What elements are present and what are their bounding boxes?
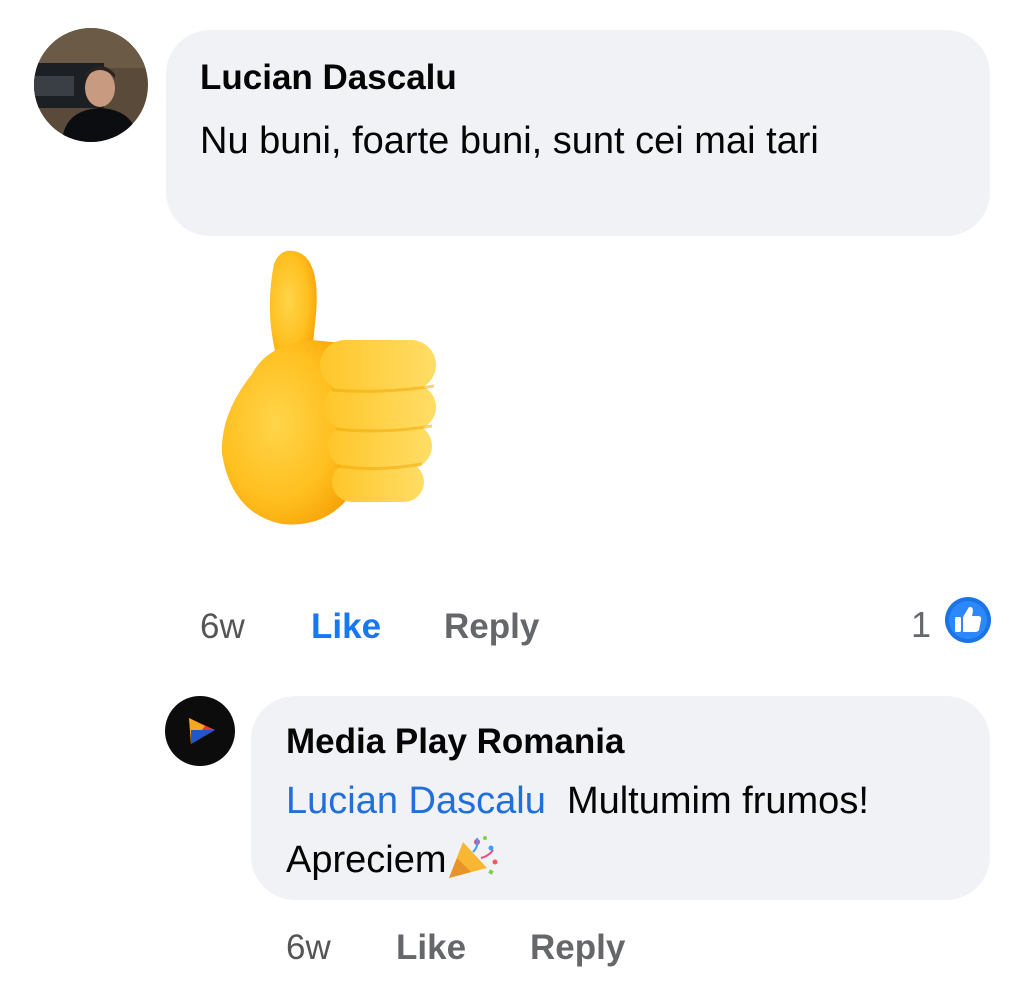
reply-author[interactable]: Media Play Romania [286,722,624,762]
like-reaction-icon[interactable] [944,596,992,644]
reaction-count[interactable]: 1 [911,605,931,645]
avatar[interactable] [34,28,148,142]
reply-timestamp[interactable]: 6w [286,928,331,968]
comment-timestamp[interactable]: 6w [200,607,245,647]
like-button[interactable]: Like [311,607,381,647]
reply-button[interactable]: Reply [444,607,539,647]
thumbs-up-sticker [212,244,444,530]
user-photo-icon [34,28,148,142]
reply-text-block: Lucian Dascalu Multumim frumos! Apreciem [286,772,966,890]
party-popper-icon [447,834,499,880]
reply-like-button[interactable]: Like [396,928,466,968]
page-avatar[interactable] [165,696,235,766]
reply-reply-button[interactable]: Reply [530,928,625,968]
comment-text: Nu buni, foarte buni, sunt cei mai tari [200,120,819,162]
mention-link[interactable]: Lucian Dascalu [286,780,546,822]
comment-author[interactable]: Lucian Dascalu [200,58,457,98]
